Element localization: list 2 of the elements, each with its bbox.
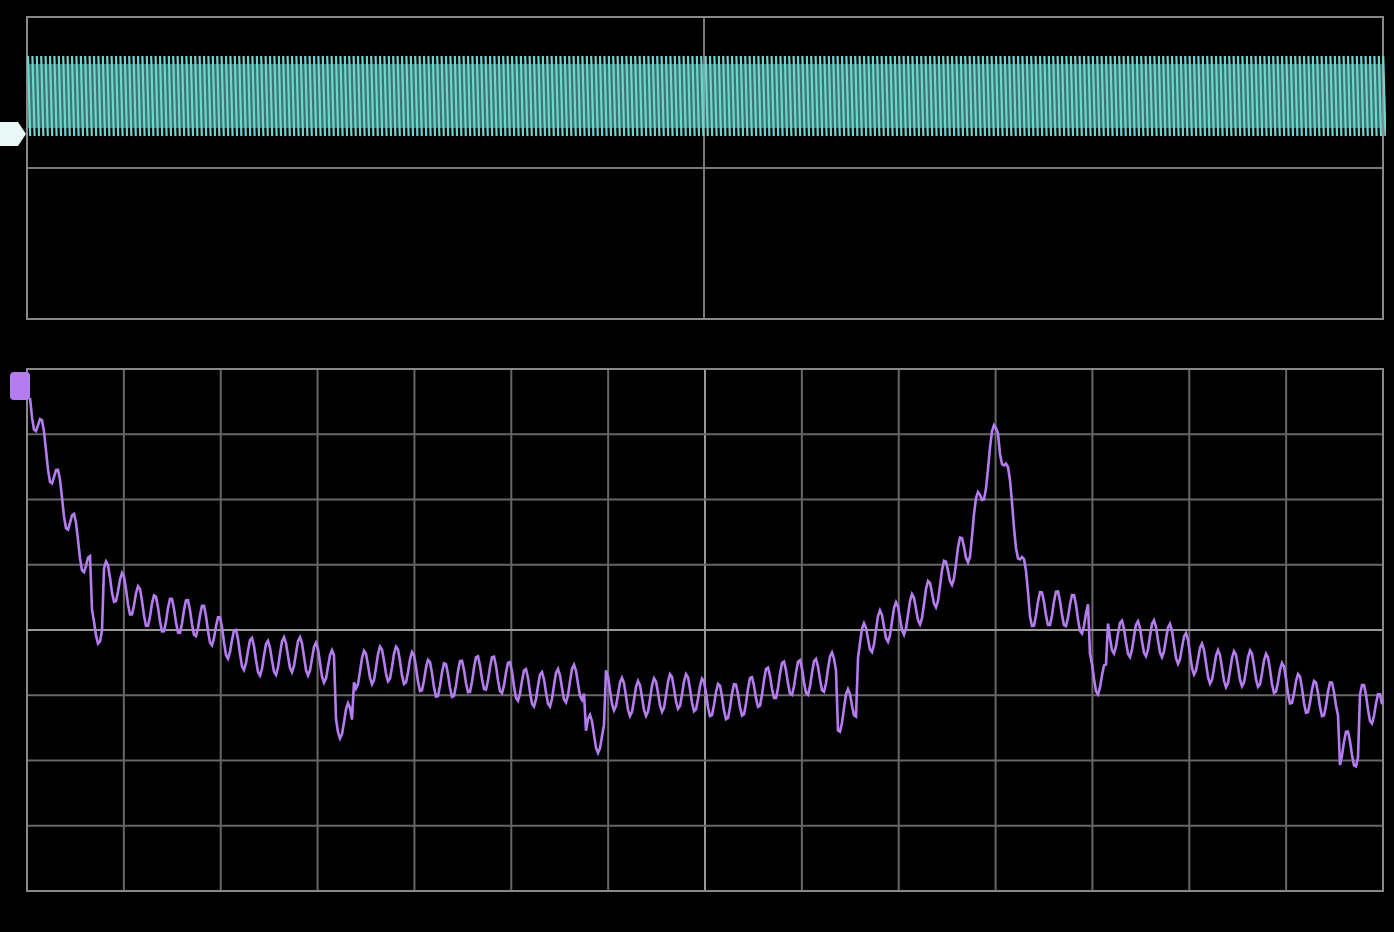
channel-marker-icon — [0, 122, 26, 146]
math-marker-icon — [10, 372, 30, 400]
